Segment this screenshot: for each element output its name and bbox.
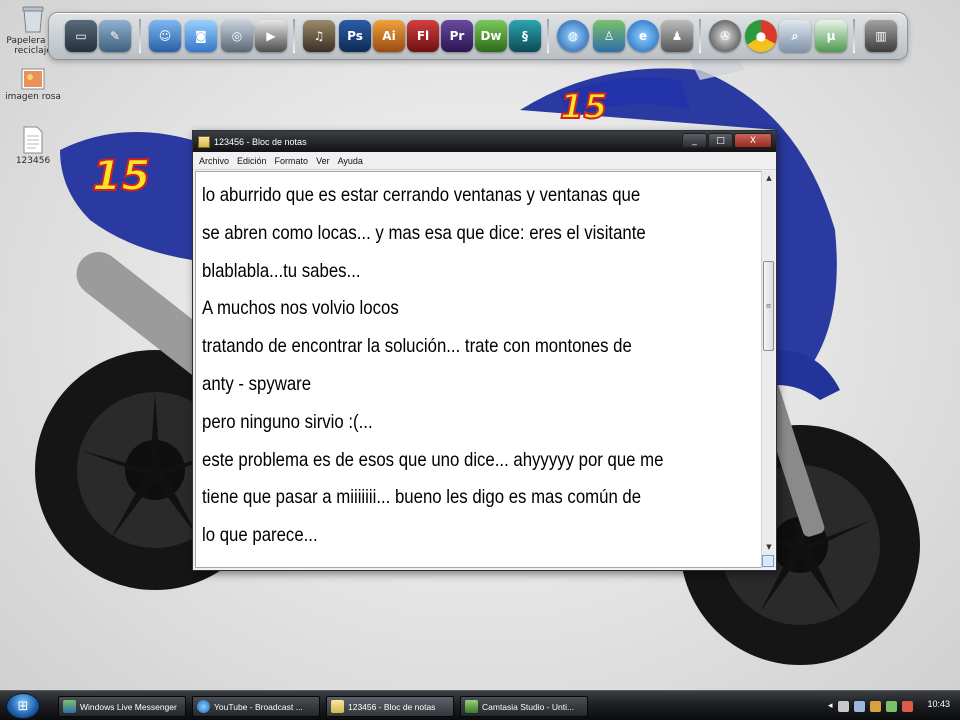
dock-separator: [699, 19, 701, 53]
photos-icon[interactable]: ◙: [185, 20, 217, 52]
dvd-icon[interactable]: ◎: [221, 20, 253, 52]
illustrator-icon[interactable]: Ai: [373, 20, 405, 52]
front-number: 15: [560, 87, 607, 127]
taskbar-item-camtasia[interactable]: Camtasia Studio - Unti...: [460, 696, 588, 717]
internet-explorer-icon[interactable]: e: [627, 20, 659, 52]
chrome-icon[interactable]: ●: [745, 20, 777, 52]
desktop-icon-123456[interactable]: 123456: [0, 126, 66, 166]
dock-separator: [547, 19, 549, 53]
close-button[interactable]: X: [734, 133, 772, 148]
premiere-icon[interactable]: Pr: [441, 20, 473, 52]
menu-ayuda[interactable]: Ayuda: [334, 156, 367, 166]
taskbar-item-label: Camtasia Studio - Unti...: [482, 701, 575, 712]
text-file-icon: [23, 126, 43, 154]
window-titlebar[interactable]: 123456 - Bloc de notas _ □ X: [193, 131, 776, 152]
photoshop-icon[interactable]: Ps: [339, 20, 371, 52]
windows-logo-icon: ⊞: [17, 698, 29, 714]
window-title: 123456 - Bloc de notas: [214, 136, 307, 147]
desktop-icon-label: imagen rosa: [5, 92, 61, 102]
taskbar-item-youtube[interactable]: YouTube - Broadcast ...: [192, 696, 320, 717]
internet-explorer-icon: [197, 700, 210, 713]
taskbar-item-label: Windows Live Messenger: [80, 701, 177, 712]
resize-grip[interactable]: [762, 555, 774, 567]
search-icon[interactable]: ⌕: [779, 20, 811, 52]
menu-archivo[interactable]: Archivo: [195, 156, 233, 166]
start-button[interactable]: ⊞: [6, 693, 40, 719]
taskbar-item-notepad[interactable]: 123456 - Bloc de notas: [326, 696, 454, 717]
flash-icon[interactable]: Fl: [407, 20, 439, 52]
dock-separator: [139, 19, 141, 53]
clock[interactable]: 10:43: [927, 699, 950, 709]
messenger-icon[interactable]: ♙: [593, 20, 625, 52]
notepad-window: 123456 - Bloc de notas _ □ X Archivo Edi…: [192, 130, 777, 571]
messenger-tray-icon[interactable]: [885, 700, 897, 712]
notepad-icon: [198, 135, 210, 148]
text-line: lo que parece...: [202, 524, 318, 547]
volume-icon[interactable]: [853, 700, 865, 712]
text-line: lo aburrido que es estar cerrando ventan…: [202, 184, 641, 206]
tools-icon[interactable]: ✎: [99, 20, 131, 52]
globe-icon[interactable]: ◍: [557, 20, 589, 52]
menu-ver[interactable]: Ver: [312, 156, 334, 166]
menu-edicion[interactable]: Edición: [233, 156, 271, 166]
taskbar-item-label: 123456 - Bloc de notas: [348, 701, 436, 712]
text-line: se abren como locas... y mas esa que dic…: [202, 221, 646, 244]
menubar: Archivo Edición Formato Ver Ayuda: [193, 152, 776, 170]
taskbar-item-messenger[interactable]: Windows Live Messenger: [58, 696, 186, 717]
text-editor[interactable]: lo aburrido que es estar cerrando ventan…: [195, 171, 763, 568]
tray-expand-icon[interactable]: ◂: [828, 701, 833, 711]
image-file-icon: [21, 68, 45, 90]
taskbar-item-label: YouTube - Broadcast ...: [214, 701, 303, 712]
menu-formato[interactable]: Formato: [271, 156, 313, 166]
desktop-icon-imagen-rosa[interactable]: imagen rosa: [0, 68, 66, 102]
camtasia-tray-icon[interactable]: [901, 700, 913, 712]
trash-icon[interactable]: ▥: [865, 20, 897, 52]
text-line: blablabla...tu sabes...: [202, 259, 361, 282]
utorrent-icon[interactable]: µ: [815, 20, 847, 52]
monitor-icon[interactable]: ▭: [65, 20, 97, 52]
belly-pan: [777, 350, 840, 400]
desktop-icon-label: 123456: [15, 156, 51, 166]
vertical-scrollbar[interactable]: ▲ ≡ ▼: [761, 171, 775, 568]
text-line: A muchos nos volvio locos: [202, 297, 399, 320]
scroll-thumb[interactable]: ≡: [763, 261, 774, 351]
dock-separator: [853, 19, 855, 53]
dock: ▭ ✎ ☺ ◙ ◎ ▶ ♫ Ps Ai Fl Pr Dw § ◍ ♙ e ♟ ✇…: [48, 12, 908, 60]
text-line: este problema es de esos que uno dice...…: [202, 448, 664, 471]
tail-number: 15: [92, 151, 150, 200]
editor-content: lo aburrido que es estar cerrando ventan…: [196, 172, 746, 555]
scroll-down-icon[interactable]: ▼: [762, 540, 776, 554]
user-icon[interactable]: ♟: [661, 20, 693, 52]
recycle-bin-icon: [22, 6, 44, 33]
3dsmax-icon[interactable]: §: [509, 20, 541, 52]
window-controls: _ □ X: [682, 133, 772, 148]
messenger-icon: [63, 700, 76, 713]
text-line: tratando de encontrar la solución... tra…: [202, 335, 632, 358]
video-icon[interactable]: ▶: [255, 20, 287, 52]
dreamweaver-icon[interactable]: Dw: [475, 20, 507, 52]
scroll-up-icon[interactable]: ▲: [762, 171, 776, 185]
minimize-button[interactable]: _: [682, 133, 707, 148]
finder-icon[interactable]: ☺: [149, 20, 181, 52]
film-reel-icon[interactable]: ✇: [709, 20, 741, 52]
text-line: pero ninguno sirvio :(...: [202, 410, 373, 433]
taskbar: ⊞ Windows Live Messenger YouTube - Broad…: [0, 690, 960, 720]
text-line: tiene que pasar a miiiiiii... bueno les …: [202, 486, 642, 509]
shield-icon[interactable]: [869, 700, 881, 712]
maximize-button[interactable]: □: [708, 133, 733, 148]
camtasia-icon: [465, 700, 478, 713]
dock-separator: [293, 19, 295, 53]
network-icon[interactable]: [837, 700, 849, 712]
notepad-icon: [331, 700, 344, 713]
text-line: anty - spyware: [202, 372, 312, 395]
headphones-icon[interactable]: ♫: [303, 20, 335, 52]
